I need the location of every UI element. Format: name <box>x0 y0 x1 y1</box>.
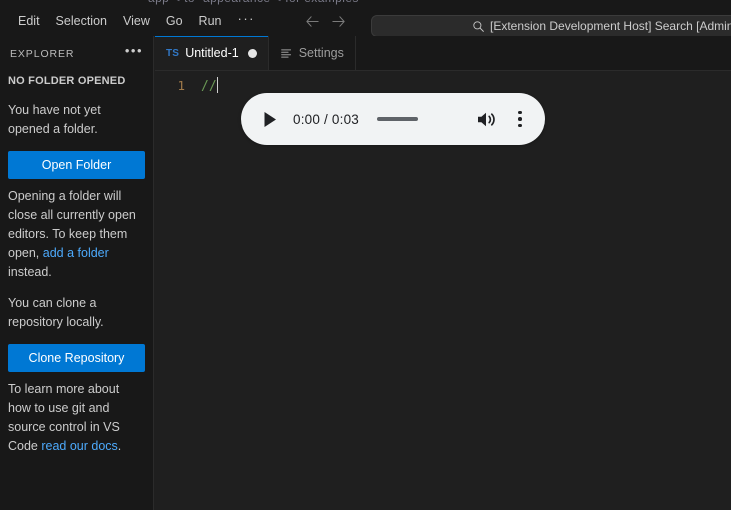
clone-repository-paragraph: You can clone a repository locally. <box>8 296 104 329</box>
menu-bar: Edit Selection View Go Run ··· <box>10 6 263 36</box>
menu-go[interactable]: Go <box>158 11 191 31</box>
source-control-docs-part2: . <box>117 439 122 453</box>
kebab-dot-3 <box>518 123 522 128</box>
search-icon <box>473 20 484 32</box>
title-bar: Edit Selection View Go Run ··· [Extensio… <box>0 6 731 37</box>
menu-edit[interactable]: Edit <box>10 11 48 31</box>
kebab-dot-2 <box>518 117 522 121</box>
play-icon <box>264 111 276 127</box>
menu-run[interactable]: Run <box>191 11 230 31</box>
more-options-button[interactable] <box>509 106 531 132</box>
add-a-folder-link[interactable]: add a folder <box>43 246 109 260</box>
code-content-line-1: // <box>201 77 219 94</box>
tab-label-settings: Settings <box>298 46 344 60</box>
audio-time-display: 0:00 / 0:03 <box>293 111 360 127</box>
arrow-left-icon <box>306 15 320 27</box>
sidebar-header: EXPLORER ••• <box>0 36 153 71</box>
tab-untitled-1[interactable]: TS Untitled-1 <box>155 36 269 70</box>
menu-more[interactable]: ··· <box>229 10 263 32</box>
go-forward-button[interactable] <box>327 10 351 32</box>
audio-progress-bar[interactable] <box>377 117 419 121</box>
text-cursor <box>216 77 219 93</box>
no-folder-opened-header[interactable]: NO FOLDER OPENED <box>0 71 153 93</box>
clone-repository-button[interactable]: Clone Repository <box>8 344 145 372</box>
open-folder-button[interactable]: Open Folder <box>8 151 145 179</box>
no-folder-paragraph: You have not yet opened a folder. <box>8 103 101 136</box>
open-folder-description: Opening a folder will close all currentl… <box>8 187 145 282</box>
tab-label-untitled-1: Untitled-1 <box>185 46 239 60</box>
source-control-docs-paragraph: To learn more about how to use git and s… <box>8 380 145 456</box>
read-our-docs-link[interactable]: read our docs <box>41 439 117 453</box>
volume-button[interactable] <box>473 106 499 132</box>
sidebar-more-actions-icon[interactable]: ••• <box>125 44 143 60</box>
unsaved-indicator-icon[interactable] <box>247 48 257 58</box>
sidebar-title: EXPLORER <box>10 47 75 60</box>
menu-selection[interactable]: Selection <box>48 11 115 31</box>
line-number-1: 1 <box>177 78 185 93</box>
kebab-dot-1 <box>518 110 522 115</box>
navigation-controls <box>301 10 351 32</box>
comment-token: // <box>201 79 217 94</box>
tab-settings[interactable]: Settings <box>268 36 356 70</box>
go-back-button[interactable] <box>301 10 325 32</box>
typescript-icon: TS <box>166 47 180 59</box>
audio-player: 0:00 / 0:03 <box>241 93 545 145</box>
play-button[interactable] <box>257 106 283 132</box>
editor-tab-bar: TS Untitled-1 Settings <box>155 36 731 71</box>
command-center-search[interactable]: [Extension Development Host] Search [Adm… <box>371 15 731 37</box>
clipped-window-text: app < to- appearance < for examples <box>148 0 359 5</box>
volume-icon <box>477 112 495 126</box>
arrow-right-icon <box>332 15 346 27</box>
open-folder-description-part2: instead. <box>8 265 52 279</box>
menu-view[interactable]: View <box>115 11 158 31</box>
vscode-window: app < to- appearance < for examples Edit… <box>0 0 731 510</box>
command-center-text: [Extension Development Host] Search [Adm… <box>490 19 731 33</box>
settings-list-icon <box>280 47 293 60</box>
explorer-sidebar: EXPLORER ••• NO FOLDER OPENED You have n… <box>0 36 154 510</box>
